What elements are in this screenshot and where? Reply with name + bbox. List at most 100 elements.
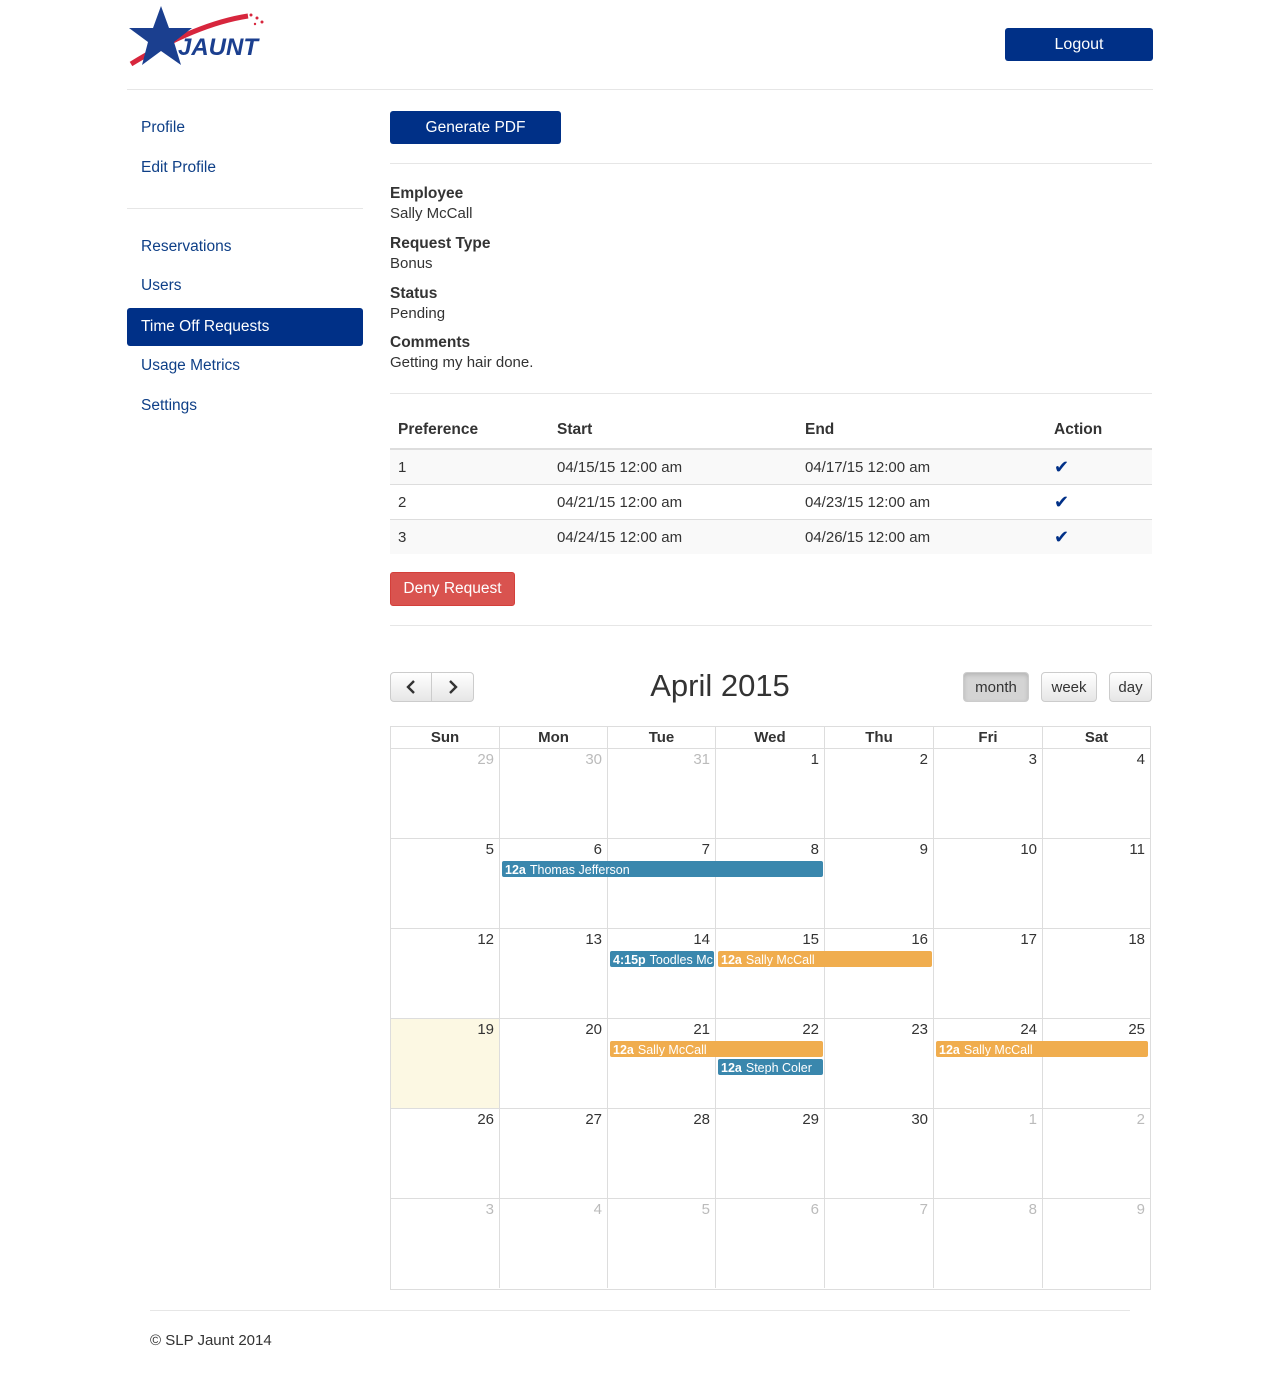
calendar-event[interactable]: 12a Sally McCall <box>718 951 932 967</box>
status-label: Status <box>390 285 438 302</box>
calendar-day-cell[interactable]: 5 <box>608 1198 716 1288</box>
calendar-event[interactable]: 12a Steph Coler <box>718 1059 823 1075</box>
calendar-day-cell[interactable]: 5 <box>391 838 500 928</box>
day-number: 7 <box>919 1201 928 1218</box>
calendar-day-cell[interactable]: 12 <box>391 928 500 1018</box>
request-type-value: Bonus <box>390 255 433 272</box>
calendar-day-cell[interactable]: 25 <box>1043 1018 1150 1108</box>
calendar-event[interactable]: 12a Thomas Jefferson <box>502 861 823 877</box>
day-number: 1 <box>810 751 819 768</box>
calendar-day-cell[interactable]: 28 <box>608 1108 716 1198</box>
calendar-day-cell[interactable]: 3 <box>391 1198 500 1288</box>
calendar-day-cell[interactable]: 17 <box>934 928 1043 1018</box>
day-number: 20 <box>585 1021 602 1038</box>
calendar-day-cell[interactable]: 8 <box>934 1198 1043 1288</box>
calendar-day-cell[interactable]: 15 <box>716 928 825 1018</box>
sidebar-item-time-off-requests[interactable]: Time Off Requests <box>127 308 363 346</box>
calendar-day-cell[interactable]: 1 <box>934 1108 1043 1198</box>
day-number: 27 <box>585 1111 602 1128</box>
calendar-day-cell[interactable]: 4 <box>500 1198 608 1288</box>
calendar-day-cell[interactable]: 18 <box>1043 928 1150 1018</box>
calendar-day-cell[interactable]: 9 <box>825 838 934 928</box>
end-cell: 04/26/15 12:00 am <box>797 519 1046 554</box>
sidebar-item-users[interactable]: Users <box>127 267 363 305</box>
day-number: 15 <box>802 931 819 948</box>
calendar-day-cell[interactable]: 8 <box>716 838 825 928</box>
calendar-event[interactable]: 4:15pToodles McGee <box>610 951 714 967</box>
event-title: Sally McCall <box>963 1043 1033 1057</box>
day-number: 6 <box>810 1201 819 1218</box>
calendar-day-cell[interactable]: 11 <box>1043 838 1150 928</box>
calendar-day-cell[interactable]: 14 <box>608 928 716 1018</box>
sidebar-item-settings[interactable]: Settings <box>127 387 363 425</box>
day-number: 21 <box>693 1021 710 1038</box>
sidebar-item-profile[interactable]: Profile <box>127 109 363 147</box>
event-title: Thomas Jefferson <box>529 863 630 877</box>
calendar-day-cell[interactable]: 20 <box>500 1018 608 1108</box>
sidebar-item-reservations[interactable]: Reservations <box>127 228 363 266</box>
calendar-day-cell[interactable]: 10 <box>934 838 1043 928</box>
calendar-event[interactable]: 12a Sally McCall <box>610 1041 823 1057</box>
day-number: 22 <box>802 1021 819 1038</box>
calendar-day-cell[interactable]: 6 <box>500 838 608 928</box>
day-number: 12 <box>477 931 494 948</box>
section-divider <box>390 393 1152 394</box>
view-week-button[interactable]: week <box>1041 672 1097 702</box>
day-number: 5 <box>701 1201 710 1218</box>
day-number: 23 <box>911 1021 928 1038</box>
check-icon[interactable]: ✔ <box>1054 457 1069 477</box>
calendar-day-cell[interactable]: 30 <box>500 748 608 838</box>
column-header-start: Start <box>549 412 797 450</box>
deny-request-button[interactable]: Deny Request <box>390 572 515 606</box>
calendar-day-cell[interactable]: 7 <box>825 1198 934 1288</box>
calendar-day-cell[interactable]: 30 <box>825 1108 934 1198</box>
calendar-day-cell[interactable]: 24 <box>934 1018 1043 1108</box>
calendar-day-cell[interactable]: 13 <box>500 928 608 1018</box>
preference-cell: 1 <box>390 448 549 485</box>
day-number: 18 <box>1128 931 1145 948</box>
calendar-day-cell[interactable]: 2 <box>825 748 934 838</box>
jaunt-logo[interactable]: JAUNT <box>126 4 276 72</box>
day-number: 8 <box>1028 1201 1037 1218</box>
calendar-day-cell[interactable]: 3 <box>934 748 1043 838</box>
event-time: 12a <box>613 1043 634 1057</box>
generate-pdf-button[interactable]: Generate PDF <box>390 111 561 144</box>
comments-label: Comments <box>390 334 471 351</box>
calendar-day-cell[interactable]: 1 <box>716 748 825 838</box>
day-number: 7 <box>701 841 710 858</box>
sidebar-item-edit-profile[interactable]: Edit Profile <box>127 149 363 187</box>
calendar-month-grid: Sun Mon Tue Wed Thu Fri Sat 29 30 31 1 2 3 4 5 6 7 8 9 10 11… <box>390 726 1151 1290</box>
column-header-end: End <box>797 412 1046 450</box>
event-time: 12a <box>721 1061 742 1075</box>
calendar-day-cell[interactable]: 31 <box>608 748 716 838</box>
calendar-day-cell[interactable]: 16 <box>825 928 934 1018</box>
calendar-day-cell[interactable]: 7 <box>608 838 716 928</box>
calendar-day-cell[interactable]: 27 <box>500 1108 608 1198</box>
calendar-day-cell[interactable]: 2 <box>1043 1108 1150 1198</box>
view-day-button[interactable]: day <box>1109 672 1152 702</box>
calendar-day-cell[interactable]: 9 <box>1043 1198 1150 1288</box>
calendar-day-cell[interactable]: 4 <box>1043 748 1150 838</box>
event-time: 12a <box>505 863 526 877</box>
table-row: 2 04/21/15 12:00 am 04/23/15 12:00 am ✔ <box>390 484 1152 520</box>
check-icon[interactable]: ✔ <box>1054 527 1069 547</box>
day-number: 4 <box>1136 751 1145 768</box>
calendar-day-cell[interactable]: 26 <box>391 1108 500 1198</box>
day-number: 16 <box>911 931 928 948</box>
day-number: 19 <box>477 1021 494 1038</box>
calendar-day-cell[interactable]: 29 <box>716 1108 825 1198</box>
calendar-day-cell[interactable]: 21 <box>608 1018 716 1108</box>
check-icon[interactable]: ✔ <box>1054 492 1069 512</box>
calendar-day-cell[interactable]: 23 <box>825 1018 934 1108</box>
day-number: 29 <box>802 1111 819 1128</box>
calendar-day-cell-today[interactable]: 19 <box>391 1018 500 1108</box>
view-month-button[interactable]: month <box>963 672 1029 702</box>
column-header-preference: Preference <box>390 412 549 450</box>
logout-button[interactable]: Logout <box>1005 28 1153 61</box>
calendar-event[interactable]: 12a Sally McCall <box>936 1041 1148 1057</box>
calendar-day-cell[interactable]: 6 <box>716 1198 825 1288</box>
calendar-day-cell[interactable]: 29 <box>391 748 500 838</box>
sidebar-item-usage-metrics[interactable]: Usage Metrics <box>127 347 363 385</box>
day-number: 5 <box>485 841 494 858</box>
event-title: Sally McCall <box>745 953 815 967</box>
